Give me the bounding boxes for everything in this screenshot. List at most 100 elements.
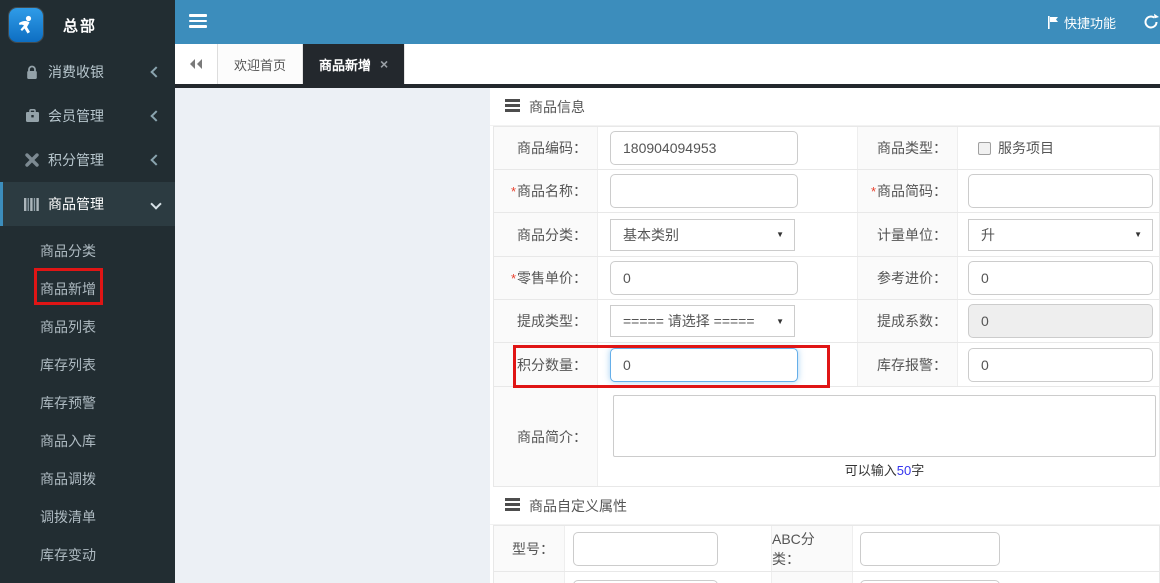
sidebar-item-points[interactable]: 积分管理 bbox=[0, 138, 175, 182]
sidebar-toggle-icon[interactable] bbox=[189, 14, 207, 30]
app-logo[interactable]: 总部 bbox=[0, 0, 175, 50]
sidebar-subitem-stock-list[interactable]: 库存列表 bbox=[0, 346, 175, 384]
sidebar-item-label: 商品管理 bbox=[48, 196, 104, 212]
lock-icon bbox=[23, 65, 41, 80]
custom-attr-input[interactable] bbox=[573, 579, 718, 583]
field-label bbox=[772, 572, 853, 583]
section-title: 商品自定义属性 bbox=[529, 497, 627, 514]
points-icon bbox=[23, 153, 41, 167]
form-row: 商品编码： 商品类型： 服务项目 bbox=[494, 127, 1159, 170]
sidebar-subitem-product-add[interactable]: 商品新增 bbox=[0, 270, 175, 308]
chevron-left-icon bbox=[150, 154, 162, 166]
commission-type-select[interactable]: ===== 请选择 ===== ▼ bbox=[610, 305, 795, 337]
field-label: * 商品简码： bbox=[858, 170, 958, 212]
close-icon[interactable]: × bbox=[380, 56, 388, 72]
chevron-down-icon bbox=[150, 198, 162, 210]
briefcase-icon bbox=[23, 109, 41, 123]
barcode-icon bbox=[23, 197, 41, 211]
product-code-input[interactable] bbox=[610, 131, 798, 165]
refresh-icon[interactable] bbox=[1142, 13, 1160, 31]
section-title: 商品信息 bbox=[529, 98, 585, 115]
textarea-hint: 可以输入50字 bbox=[844, 463, 925, 478]
service-item-checkbox[interactable] bbox=[978, 141, 991, 155]
sidebar-subitem-transfer-list[interactable]: 调拨清单 bbox=[0, 498, 175, 536]
company-title: 总部 bbox=[63, 17, 98, 35]
field-label: 库存报警： bbox=[858, 343, 958, 386]
product-category-select[interactable]: 基本类别 ▼ bbox=[610, 218, 795, 251]
field-label: 商品类型： bbox=[858, 127, 958, 169]
field-label: * 商品名称： bbox=[494, 170, 598, 212]
double-chevron-left-icon bbox=[190, 59, 202, 69]
field-label: 计量单位： bbox=[858, 213, 958, 256]
sidebar-subitem-product-list[interactable]: 商品列表 bbox=[0, 308, 175, 346]
sidebar-subitem-product-inbound[interactable]: 商品入库 bbox=[0, 422, 175, 460]
chevron-down-icon: ▼ bbox=[776, 316, 784, 326]
form-row: * 商品名称： * 商品简码： bbox=[494, 170, 1159, 213]
form-row bbox=[494, 572, 1159, 583]
top-navbar: 快捷功能 bbox=[175, 0, 1160, 44]
field-label: 参考进价： bbox=[858, 257, 958, 299]
stock-alarm-input[interactable] bbox=[968, 347, 1153, 382]
product-intro-textarea[interactable] bbox=[613, 395, 1156, 457]
abc-class-input[interactable] bbox=[860, 531, 1000, 566]
sidebar-item-products[interactable]: 商品管理 bbox=[0, 182, 175, 226]
quick-function-button[interactable]: 快捷功能 bbox=[1047, 0, 1116, 44]
field-label: 商品编码： bbox=[494, 127, 598, 169]
char-limit-link[interactable]: 50 bbox=[897, 463, 911, 478]
field-label bbox=[494, 572, 565, 583]
custom-attr-input[interactable] bbox=[860, 579, 1000, 583]
section-header-product-info: 商品信息 bbox=[490, 88, 1160, 126]
field-label: 提成类型： bbox=[494, 300, 598, 342]
chevron-left-icon bbox=[150, 66, 162, 78]
form-row: 积分数量： 库存报警： bbox=[494, 343, 1159, 387]
field-label: 积分数量： bbox=[494, 343, 598, 386]
field-label: 商品分类： bbox=[494, 213, 598, 256]
chevron-left-icon bbox=[150, 110, 162, 122]
products-submenu: 商品分类 商品新增 商品列表 库存列表 库存预警 商品入库 商品调拨 调拨清单 … bbox=[0, 226, 175, 574]
sidebar-item-label: 会员管理 bbox=[48, 108, 104, 124]
form-row: 型号： ABC分类： bbox=[494, 526, 1159, 572]
form-row: 商品分类： 基本类别 ▼ 计量单位： 升 ▼ bbox=[494, 213, 1159, 257]
form-row: *零售单价： 参考进价： bbox=[494, 257, 1159, 300]
tab-bar: 欢迎首页 商品新增 × bbox=[175, 44, 1160, 88]
running-man-logo-icon bbox=[9, 8, 43, 42]
custom-attributes-table: 型号： ABC分类： bbox=[493, 525, 1160, 583]
section-header-custom-attributes: 商品自定义属性 bbox=[490, 487, 1160, 525]
sidebar-subitem-stock-change[interactable]: 库存变动 bbox=[0, 536, 175, 574]
field-label: 提成系数： bbox=[858, 300, 958, 342]
list-bars-icon bbox=[505, 498, 520, 513]
tab-welcome-home[interactable]: 欢迎首页 bbox=[218, 44, 304, 84]
chevron-down-icon: ▼ bbox=[1134, 230, 1142, 239]
product-form-panel: 商品信息 商品编码： 商品类型： 服务项目 *商品名称： *商品简码： 商品分类… bbox=[490, 88, 1160, 583]
model-number-input[interactable] bbox=[573, 531, 718, 566]
tab-label: 欢迎首页 bbox=[234, 57, 287, 73]
form-row: 商品简介： 可以输入50字 bbox=[494, 387, 1159, 487]
flag-icon bbox=[1047, 15, 1059, 29]
sidebar-subitem-product-category[interactable]: 商品分类 bbox=[0, 232, 175, 270]
product-shortcode-input[interactable] bbox=[968, 174, 1153, 208]
list-bars-icon bbox=[505, 99, 520, 114]
tab-product-add[interactable]: 商品新增 × bbox=[303, 44, 406, 84]
reference-cost-input[interactable] bbox=[968, 261, 1153, 295]
form-row: 提成类型： ===== 请选择 ===== ▼ 提成系数： bbox=[494, 300, 1159, 343]
product-name-input[interactable] bbox=[610, 174, 798, 208]
quick-function-label: 快捷功能 bbox=[1063, 15, 1116, 31]
tab-label: 商品新增 bbox=[319, 57, 372, 73]
field-label: 商品简介： bbox=[494, 387, 598, 486]
commission-rate-input bbox=[968, 304, 1153, 338]
checkbox-label: 服务项目 bbox=[998, 140, 1054, 156]
field-label: ABC分类： bbox=[772, 526, 853, 571]
sidebar-subitem-product-transfer[interactable]: 商品调拨 bbox=[0, 460, 175, 498]
sidebar: 总部 消费收银 会员管理 积分管理 商品管理 商品分类 商品新增 商品列表 库存… bbox=[0, 0, 175, 583]
product-info-table: 商品编码： 商品类型： 服务项目 *商品名称： *商品简码： 商品分类： 基本类… bbox=[493, 126, 1160, 487]
sidebar-item-members[interactable]: 会员管理 bbox=[0, 94, 175, 138]
points-quantity-input[interactable] bbox=[610, 347, 798, 382]
sidebar-item-cashier[interactable]: 消费收银 bbox=[0, 50, 175, 94]
tabs-collapse-button[interactable] bbox=[175, 44, 218, 84]
field-label: * 零售单价： bbox=[494, 257, 598, 299]
unit-select[interactable]: 升 ▼ bbox=[968, 218, 1153, 251]
sidebar-item-label: 积分管理 bbox=[48, 152, 104, 168]
sidebar-subitem-stock-warning[interactable]: 库存预警 bbox=[0, 384, 175, 422]
chevron-down-icon: ▼ bbox=[776, 230, 784, 239]
retail-price-input[interactable] bbox=[610, 261, 798, 295]
